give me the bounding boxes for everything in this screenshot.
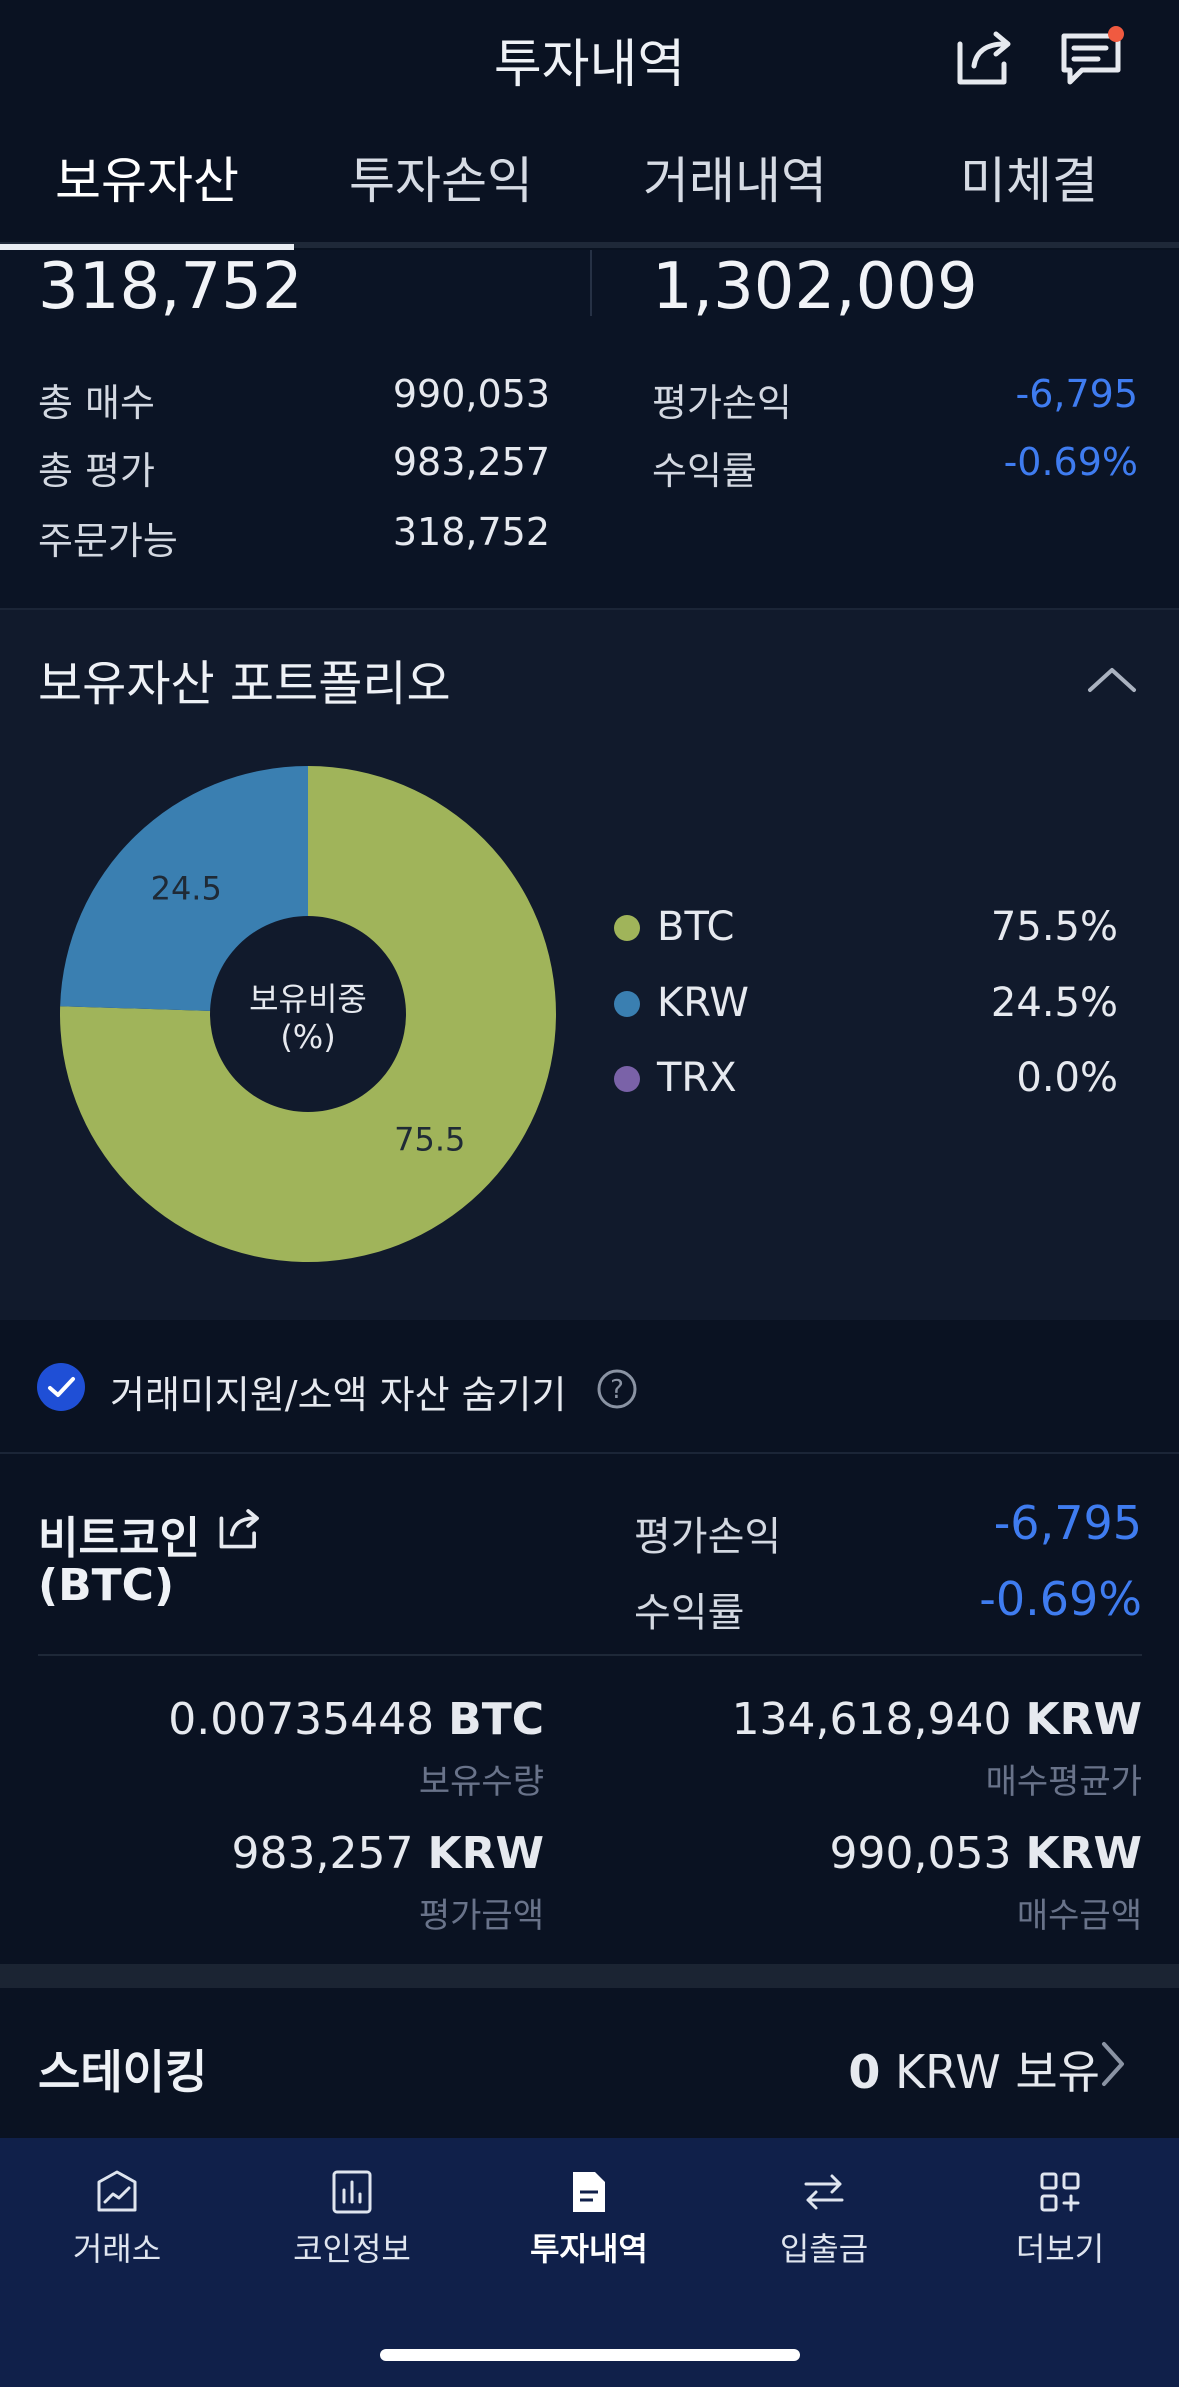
staking-row[interactable]: 스테이킹 0 KRW 보유	[0, 1988, 1179, 2138]
legend-name-btc: BTC	[657, 904, 735, 950]
nav-coin-info[interactable]: 코인정보	[252, 2168, 452, 2270]
avg-buy-unit: KRW	[1025, 1694, 1142, 1745]
portfolio-title: 보유자산 포트폴리오	[38, 656, 451, 712]
slice-label-btc: 75.5	[394, 1121, 465, 1159]
hide-small-checkbox[interactable]	[36, 1362, 86, 1412]
nav-label-coin-info: 코인정보	[293, 2230, 411, 2268]
share-icon[interactable]	[950, 22, 1020, 92]
coin-rate-value: -0.69%	[979, 1572, 1142, 1626]
portfolio-section: 보유자산 포트폴리오 보유비중 (%) 24.5 75.5 BTC 75.5% …	[0, 610, 1179, 1320]
grid-plus-icon	[1040, 2172, 1080, 2212]
eval-label: 평가금액	[418, 1896, 544, 1936]
total-eval-value: 983,257	[392, 440, 550, 484]
nav-label-deposit-withdraw: 입출금	[779, 2230, 869, 2268]
bar-chart-icon	[332, 2170, 372, 2214]
eval-pl-value: -6,795	[1015, 372, 1139, 416]
legend-pct-trx: 0.0%	[1016, 1055, 1118, 1101]
nav-deposit-withdraw[interactable]: 입출금	[724, 2168, 924, 2270]
nav-label-exchange: 거래소	[72, 2230, 162, 2268]
available-krw-total: 318,752	[38, 250, 303, 324]
donut-center-unit: (%)	[280, 1018, 335, 1056]
buy-unit: KRW	[1025, 1828, 1142, 1879]
tab-unfilled[interactable]: 미체결	[882, 120, 1176, 242]
hide-small-assets-row: 거래미지원/소액 자산 숨기기 ?	[0, 1320, 1179, 1452]
portfolio-donut-chart: 보유비중 (%) 24.5 75.5	[60, 766, 557, 1262]
notice-chat-icon[interactable]	[1058, 22, 1128, 92]
legend-pct-krw: 24.5%	[990, 980, 1118, 1026]
return-rate-label: 수익률	[652, 449, 757, 493]
staking-amount: 0 KRW 보유	[700, 2036, 1100, 2102]
total-eval-label: 총 평가	[38, 449, 155, 493]
buy-value: 990,053	[829, 1828, 1012, 1879]
hide-small-label[interactable]: 거래미지원/소액 자산 숨기기	[110, 1364, 566, 1419]
svg-text:?: ?	[610, 1375, 624, 1405]
eval-pl-label: 평가손익	[652, 381, 792, 425]
coin-pl-label: 평가손익	[634, 1514, 782, 1560]
home-indicator	[380, 2349, 800, 2361]
coin-card-btc[interactable]: 비트코인 (BTC) 평가손익 -6,795 수익률 -0.69% 0.0073…	[0, 1454, 1179, 1964]
holdings-label: 보유수량	[418, 1762, 544, 1802]
transfer-arrows-icon	[804, 2174, 844, 2210]
legend-dot-trx	[614, 1066, 640, 1092]
coin-share-icon[interactable]	[214, 1502, 266, 1554]
holdings-unit: BTC	[448, 1694, 544, 1745]
nav-label-more: 더보기	[1015, 2230, 1105, 2268]
eval-value: 983,257	[231, 1828, 414, 1879]
asset-summary: 318,752 1,302,009 총 매수 990,053 총 평가 983,…	[0, 250, 1179, 608]
staking-title: 스테이킹	[38, 2045, 208, 2099]
avg-buy-price: 134,618,940 KRW	[640, 1694, 1142, 1745]
legend-pct-btc: 75.5%	[990, 904, 1118, 950]
avg-buy-value: 134,618,940	[731, 1694, 1012, 1745]
legend-name-trx: TRX	[657, 1055, 737, 1101]
orderable-label: 주문가능	[38, 519, 178, 563]
holdings-amount: 0.00735448 BTC	[60, 1694, 544, 1745]
legend-name-krw: KRW	[657, 980, 749, 1026]
tab-profit-loss[interactable]: 투자손익	[294, 120, 588, 242]
eval-unit: KRW	[427, 1828, 544, 1879]
nav-more[interactable]: 더보기	[960, 2168, 1160, 2270]
coin-ticker: (BTC)	[38, 1560, 175, 1611]
staking-amount-unit: KRW 보유	[894, 2045, 1100, 2099]
orderable-value: 318,752	[392, 510, 550, 554]
coin-name: 비트코인	[38, 1513, 200, 1564]
help-question-icon[interactable]: ?	[596, 1368, 638, 1410]
tab-holdings[interactable]: 보유자산	[0, 120, 294, 242]
coin-rate-label: 수익률	[634, 1590, 745, 1636]
tab-trade-history[interactable]: 거래내역	[588, 120, 882, 242]
return-rate-value: -0.69%	[1003, 440, 1138, 484]
total-holdings-value: 1,302,009	[652, 250, 978, 324]
nav-label-investment-history: 투자내역	[530, 2230, 648, 2268]
staking-amount-value: 0	[848, 2045, 881, 2099]
coin-pl-value: -6,795	[993, 1496, 1142, 1550]
buy-label: 매수금액	[1016, 1896, 1142, 1936]
exchange-chart-icon	[97, 2170, 137, 2212]
tab-bar: 보유자산 투자손익 거래내역 미체결	[0, 120, 1179, 248]
coin-card-divider	[38, 1654, 1142, 1656]
legend-dot-krw	[614, 991, 640, 1017]
section-gap	[0, 1964, 1179, 1988]
chevron-right-icon[interactable]	[1098, 2040, 1128, 2088]
donut-center-label: 보유비중	[249, 980, 367, 1018]
total-buy-value: 990,053	[392, 372, 550, 416]
buy-amount: 990,053 KRW	[640, 1828, 1142, 1879]
eval-amount: 983,257 KRW	[60, 1828, 544, 1879]
app-header: 투자내역	[0, 0, 1179, 120]
summary-divider	[590, 250, 592, 316]
nav-investment-history[interactable]: 투자내역	[489, 2168, 689, 2270]
avg-buy-label: 매수평균가	[985, 1762, 1142, 1802]
document-icon	[573, 2172, 605, 2212]
legend-dot-btc	[614, 915, 640, 941]
holdings-value: 0.00735448	[168, 1694, 435, 1745]
slice-label-krw: 24.5	[151, 869, 222, 907]
total-buy-label: 총 매수	[38, 381, 155, 425]
nav-exchange[interactable]: 거래소	[17, 2168, 217, 2270]
collapse-chevron-up-icon[interactable]	[1086, 664, 1138, 694]
